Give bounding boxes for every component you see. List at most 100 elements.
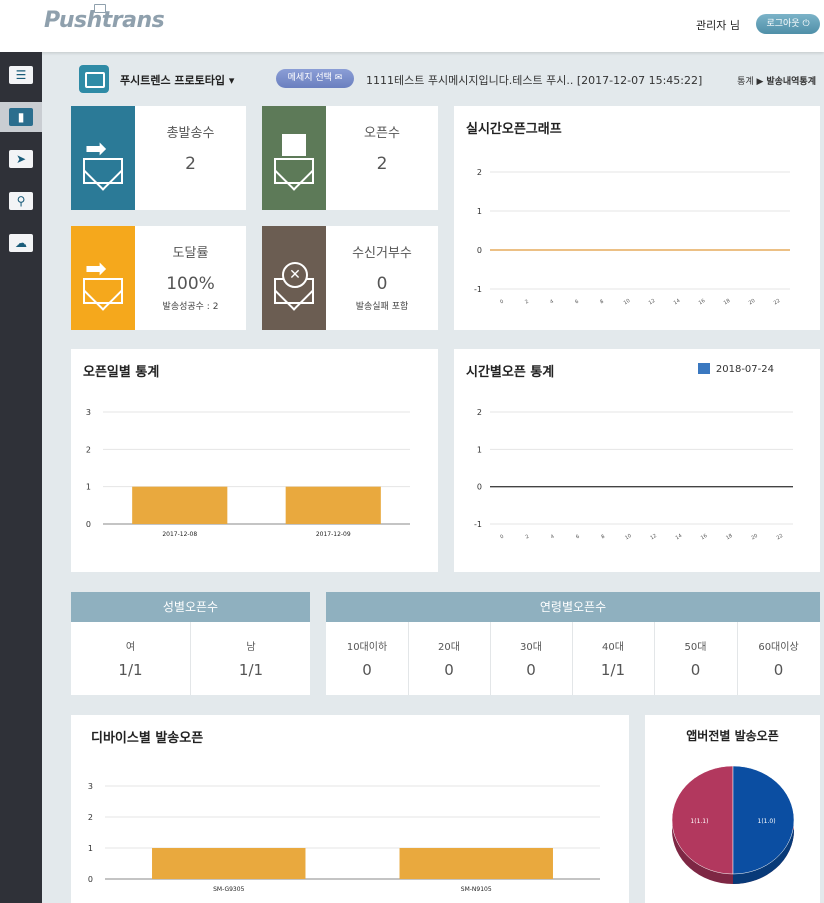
column-label: 30대: [520, 642, 542, 653]
y-tick-label: 2: [477, 408, 482, 417]
device-bar-chart: 3 2 1 0 SM-G9305 SM-N9105: [88, 782, 600, 893]
logout-button[interactable]: 로그아웃 ⏻: [756, 14, 820, 34]
breadcrumb-root[interactable]: 통계: [737, 77, 754, 87]
x-tick-label: 2017-12-09: [316, 531, 351, 538]
y-tick-label: 1: [477, 445, 482, 454]
y-tick-label: 3: [88, 782, 93, 791]
x-tick-label: 8: [599, 299, 605, 306]
x-tick-label: 22: [773, 298, 782, 306]
x-tick-label: 20: [750, 533, 759, 541]
y-tick-label: 3: [86, 408, 91, 417]
x-tick-label: 8: [600, 534, 606, 541]
gender-table: 성별오픈수 여 1/1 남 1/1: [71, 592, 310, 695]
appversion-chart-card: 앱버전별 발송오픈 1(1.1) 1(1.0): [645, 715, 820, 903]
sidebar: ☰ ▮ ➤ ⚲ ☁: [0, 52, 42, 903]
table-column: 20대 0: [408, 622, 491, 695]
column-value: 0: [444, 661, 454, 679]
column-label: 50대: [684, 642, 707, 653]
x-tick-label: 4: [550, 534, 556, 541]
x-tick-label: 6: [574, 299, 580, 306]
y-tick-label: -1: [474, 285, 482, 294]
x-tick-label: 0: [499, 534, 505, 541]
admin-label: 관리자 님: [696, 19, 740, 32]
stat-card-rejects: ✕ 수신거부수 0 발송실패 포함: [262, 226, 438, 330]
device-chart-card: 디바이스별 발송오픈 3 2 1 0 SM-G9305 SM-N9105: [71, 715, 629, 903]
column-value: 1/1: [238, 661, 264, 679]
stat-value: 100%: [166, 274, 215, 294]
breadcrumb-current: 발송내역통계: [766, 77, 816, 87]
y-tick-label: 2: [88, 813, 93, 822]
stat-value: 2: [376, 154, 388, 174]
table-column: 30대 0: [490, 622, 573, 695]
envelope-icon: [94, 4, 106, 13]
reject-envelope-icon: ✕: [262, 226, 326, 330]
x-tick-label: 16: [700, 533, 709, 541]
column-label: 남: [246, 642, 256, 653]
column-label: 10대이하: [346, 642, 388, 653]
stat-label: 도달률: [172, 246, 209, 261]
project-icon: [79, 65, 109, 93]
sidebar-item-list[interactable]: ☰: [4, 60, 38, 90]
x-tick-label: 2: [524, 534, 530, 541]
x-tick-label: 2: [524, 299, 530, 306]
breadcrumb-arrow-icon: ▶: [756, 77, 767, 87]
stat-value: 2: [185, 154, 196, 174]
x-tick-label: 4: [549, 299, 555, 306]
stat-card-delivery: ➡ 도달률 100% 발송성공수 : 2: [71, 226, 246, 330]
stat-card-total-sent: ➡ 총발송수 2: [71, 106, 246, 210]
pie-label: 1(1.1): [690, 818, 708, 825]
delivery-envelope-icon: ➡: [71, 226, 135, 330]
cloud-upload-icon: ☁: [15, 236, 27, 250]
table-title: 연령별오픈수: [326, 592, 820, 622]
stat-card-opens: 오픈수 2: [262, 106, 438, 210]
column-value: 0: [526, 661, 536, 679]
column-label: 20대: [438, 642, 460, 653]
stat-label: 수신거부수: [352, 246, 412, 261]
send-envelope-icon: ➡: [71, 106, 135, 210]
pie-label: 1(1.0): [758, 818, 776, 825]
sidebar-item-cloud[interactable]: ☁: [4, 228, 38, 258]
list-view-icon: ☰: [15, 68, 27, 82]
table-column: 60대이상 0: [737, 622, 820, 695]
sidebar-item-send[interactable]: ➤: [4, 144, 38, 174]
hourly-line-chart: 210-10 2 4 6 8 10 12 14 16 18 20 22: [474, 408, 793, 541]
sidebar-item-statistics[interactable]: ▮: [0, 102, 42, 132]
column-label: 40대: [602, 642, 624, 653]
x-tick-label: SM-G9305: [213, 886, 244, 893]
x-tick-label: SM-N9105: [461, 886, 492, 893]
table-column: 여 1/1: [71, 622, 191, 695]
y-tick-label: 0: [86, 520, 91, 529]
hourly-chart-card: 시간별오픈 통계 2018-07-24 2 1 0 -1 0 2 4 6 8 10 12 14 16 18…: [454, 349, 820, 572]
x-tick-label: 10: [624, 533, 633, 541]
x-tick-label: 12: [648, 298, 657, 306]
table-title: 성별오픈수: [71, 592, 310, 622]
y-tick-label: 1: [477, 207, 482, 216]
bar: [132, 486, 228, 524]
appversion-pie-chart: 1(1.1) 1(1.0): [671, 765, 795, 884]
stat-value: 0: [376, 274, 388, 294]
logo[interactable]: Pushtrans: [44, 4, 165, 33]
x-tick-label: 20: [748, 298, 757, 306]
stat-label: 총발송수: [166, 126, 215, 141]
open-envelope-icon: [262, 106, 326, 210]
message-select-button[interactable]: 메세지 선택 ✉: [276, 69, 354, 88]
breadcrumb: 통계 ▶ 발송내역통계: [737, 74, 816, 87]
stat-sub: 발송실패 포함: [355, 302, 409, 312]
mail-icon: ✉: [334, 73, 343, 83]
x-tick-label: 14: [675, 533, 684, 541]
top-bar: Pushtrans 관리자 님 로그아웃 ⏻: [0, 0, 824, 52]
x-tick-label: 10: [623, 298, 632, 306]
realtime-line-chart: 210-10 2 4 6 8 10 12 14 16 18 20 22: [474, 168, 790, 306]
project-selector[interactable]: 푸시트렌스 프로토타입 ▾: [120, 72, 234, 88]
table-column: 10대이하 0: [326, 622, 409, 695]
y-tick-label: 2: [477, 168, 482, 177]
selected-message-text: 1111테스트 푸시메시지입니다.테스트 푸시.. [2017-12-07 15…: [366, 74, 703, 87]
column-label: 60대이상: [758, 642, 799, 653]
y-tick-label: 1: [86, 483, 91, 492]
bar: [399, 848, 553, 879]
send-icon: ➤: [15, 152, 27, 166]
table-column: 50대 0: [654, 622, 738, 695]
sidebar-item-user-search[interactable]: ⚲: [4, 186, 38, 216]
bar: [152, 848, 306, 879]
user-search-icon: ⚲: [16, 194, 26, 208]
